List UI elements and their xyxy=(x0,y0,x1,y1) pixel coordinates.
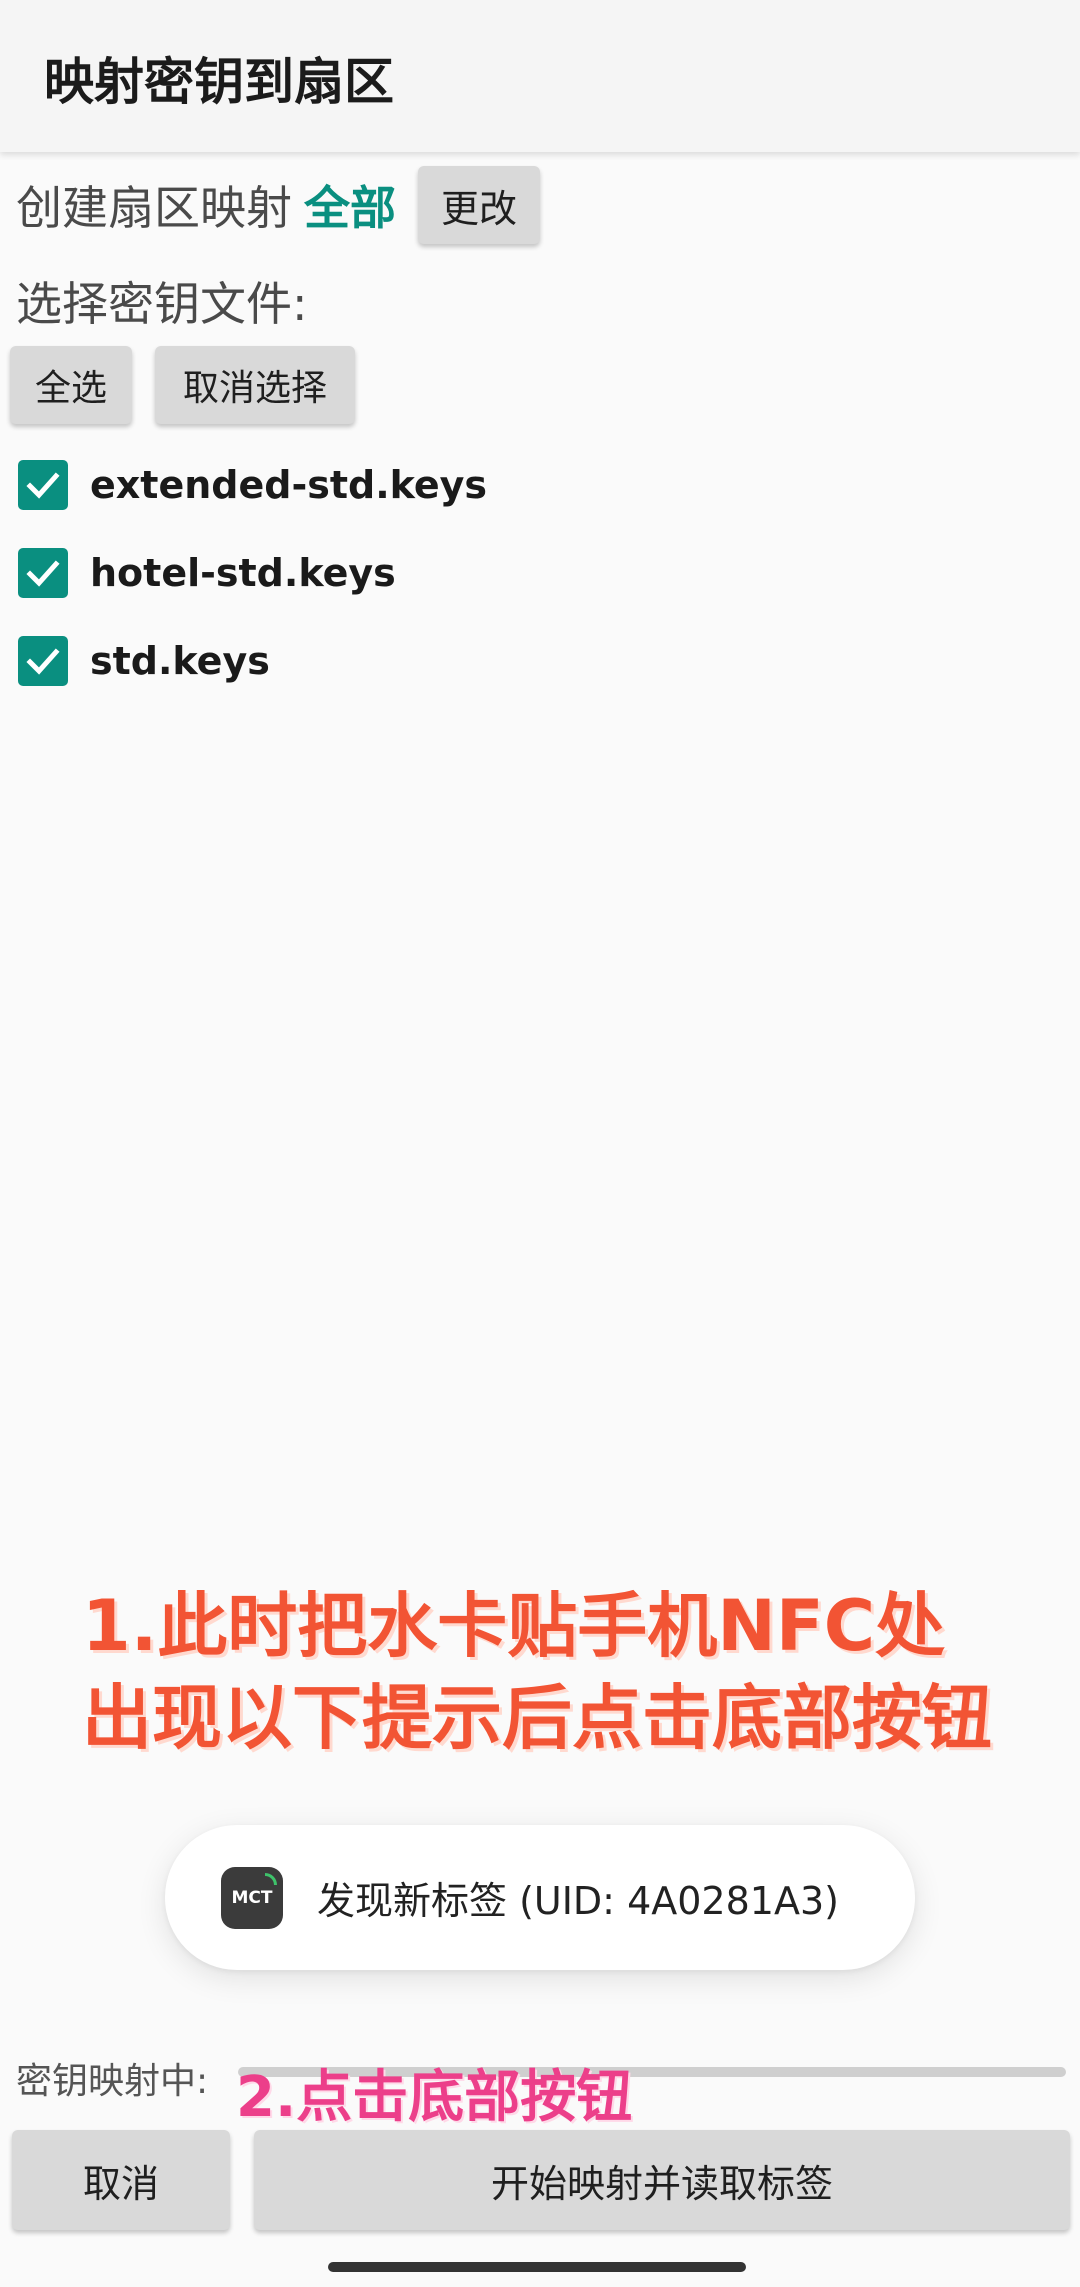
page-title: 映射密钥到扇区 xyxy=(44,53,394,111)
key-file-name: hotel-std.keys xyxy=(90,551,396,595)
mct-app-icon: MCT xyxy=(221,1866,283,1929)
home-indicator[interactable] xyxy=(328,2262,746,2272)
sector-map-row: 创建扇区映射 全部 更改 xyxy=(16,165,540,245)
key-file-name: std.keys xyxy=(90,639,270,683)
start-mapping-button[interactable]: 开始映射并读取标签 xyxy=(254,2130,1070,2230)
annotation-instruction-2: 2.点击底部按钮 xyxy=(236,2065,633,2130)
annotation-line-1: 1.此时把水卡贴手机NFC处 xyxy=(82,1585,946,1667)
toast-message: 发现新标签 (UID: 4A0281A3) xyxy=(317,1879,839,1923)
key-file-item[interactable]: hotel-std.keys xyxy=(18,547,396,599)
checkbox-checked-icon[interactable] xyxy=(18,460,68,510)
key-file-item[interactable]: extended-std.keys xyxy=(18,459,487,511)
mapping-progress-label: 密钥映射中: xyxy=(16,2061,209,2102)
select-all-button[interactable]: 全选 xyxy=(10,346,132,424)
checkbox-checked-icon[interactable] xyxy=(18,636,68,686)
key-files-label: 选择密钥文件: xyxy=(16,277,308,331)
app-bar: 映射密钥到扇区 xyxy=(0,0,1080,152)
change-button[interactable]: 更改 xyxy=(418,166,540,244)
cancel-button[interactable]: 取消 xyxy=(12,2130,230,2230)
deselect-all-button[interactable]: 取消选择 xyxy=(155,346,355,424)
key-file-item[interactable]: std.keys xyxy=(18,635,270,687)
annotation-line-2: 出现以下提示后点击底部按钮 xyxy=(82,1677,992,1759)
nfc-wave-icon xyxy=(265,1872,277,1885)
mct-logo-text: MCT xyxy=(231,1887,273,1908)
checkbox-checked-icon[interactable] xyxy=(18,548,68,598)
annotation-instruction-1: 1.此时把水卡贴手机NFC处 出现以下提示后点击底部按钮 xyxy=(82,1580,992,1764)
key-file-name: extended-std.keys xyxy=(90,463,488,507)
sector-map-label: 创建扇区映射 xyxy=(16,181,292,235)
new-tag-toast: MCT 发现新标签 (UID: 4A0281A3) xyxy=(165,1825,915,1970)
sector-map-value: 全部 xyxy=(304,181,396,235)
